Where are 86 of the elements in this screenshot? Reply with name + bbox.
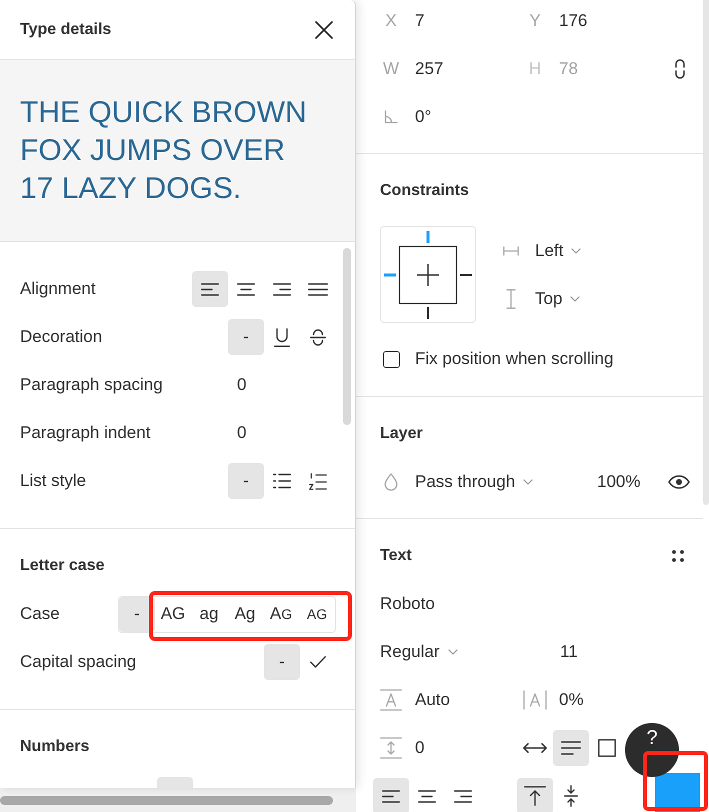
row-label: List style	[20, 470, 86, 492]
section-title: Text	[380, 546, 412, 566]
chevron-down-icon	[523, 479, 534, 485]
strikethrough-icon	[310, 328, 326, 346]
align-center-icon	[418, 790, 436, 802]
horizontal-span-icon	[503, 246, 519, 256]
four-dots-icon[interactable]	[672, 550, 684, 562]
align-right-icon	[273, 282, 291, 296]
option-button[interactable]: AG	[263, 596, 299, 632]
align-left-icon	[201, 282, 219, 296]
font-size-field[interactable]: 11	[560, 639, 578, 665]
angle-icon	[384, 110, 398, 124]
link-icon[interactable]	[674, 59, 686, 79]
paragraph-spacing-icon	[380, 737, 402, 759]
opacity-field[interactable]: 100%	[597, 469, 640, 495]
option-button[interactable]: ag	[191, 596, 227, 632]
align-top-icon	[524, 786, 546, 806]
row-value: 0	[237, 374, 246, 396]
align-middle-icon	[564, 785, 578, 807]
align-top-button[interactable]	[517, 778, 553, 812]
blend-mode-dropdown[interactable]: Pass through	[415, 469, 534, 495]
panel-title: Type details	[20, 20, 112, 40]
section-title: Constraints	[380, 181, 469, 201]
horizontal-arrows-icon	[523, 742, 547, 754]
align-right-icon	[454, 790, 472, 802]
text-lines-icon	[561, 741, 581, 755]
eye-icon[interactable]	[668, 475, 690, 489]
numbered-list-icon	[309, 472, 327, 490]
section-title: Numbers	[20, 737, 90, 757]
bullet-list-icon	[273, 473, 291, 489]
horizontal-constraint-dropdown[interactable]: Left	[535, 238, 582, 264]
square-icon	[598, 739, 616, 757]
checkbox[interactable]	[383, 350, 400, 368]
row-label: Capital spacing	[20, 651, 136, 674]
drop-icon	[384, 473, 398, 491]
align-center-icon	[237, 282, 255, 296]
letter-spacing-field[interactable]: 0%	[559, 687, 584, 713]
field-value[interactable]: 176	[559, 8, 588, 34]
scrollbar-thumb[interactable]	[703, 0, 709, 505]
option-button[interactable]: AG	[299, 596, 335, 632]
vertical-span-icon	[506, 289, 516, 309]
chevron-down-icon	[571, 248, 582, 254]
align-left-button[interactable]	[373, 778, 409, 812]
field-value[interactable]: 7	[415, 8, 424, 34]
align-left-button[interactable]	[192, 271, 228, 307]
field-label: W	[382, 58, 400, 80]
vertical-constraint-dropdown[interactable]: Top	[535, 286, 580, 312]
section-title: Layer	[380, 424, 423, 444]
rotation-value[interactable]: 0°	[415, 104, 432, 130]
line-height-field[interactable]: Auto	[415, 687, 450, 713]
checkbox-label[interactable]: Fix position when scrolling	[415, 346, 614, 372]
option-button[interactable]: -	[228, 463, 264, 499]
section-title: Letter case	[20, 556, 104, 576]
anchor-frame-icon	[398, 246, 458, 304]
option-button[interactable]: -	[264, 644, 300, 680]
row-label: Paragraph spacing	[20, 374, 164, 396]
font-family-field[interactable]: Roboto	[380, 591, 435, 617]
line-height-icon	[380, 689, 402, 711]
field-value[interactable]: 257	[415, 56, 444, 82]
close-button[interactable]	[314, 20, 334, 40]
align-left-icon	[382, 790, 400, 802]
scrollbar-thumb[interactable]	[0, 796, 333, 805]
close-icon	[315, 20, 333, 38]
row-label: Alignment	[20, 278, 96, 300]
option-button[interactable]: Ag	[227, 596, 263, 632]
chevron-down-icon	[448, 649, 458, 655]
underline-icon	[274, 328, 290, 346]
preview-text: THE QUICK BROWN FOX JUMPS OVER 17 LAZY DOGS.	[20, 95, 308, 207]
text-lines-button[interactable]	[553, 730, 589, 766]
help-button[interactable]: ?	[625, 723, 679, 777]
row-value: 0	[237, 422, 246, 444]
field-label: Y	[528, 10, 542, 32]
field-label: X	[384, 10, 398, 32]
option-button[interactable]: -	[228, 319, 264, 355]
row-label: Paragraph indent	[20, 422, 152, 444]
font-style-dropdown[interactable]: Regular	[380, 639, 458, 665]
chevron-down-icon	[570, 296, 580, 302]
paragraph-spacing-field[interactable]: 0	[415, 735, 424, 761]
letter-spacing-icon	[523, 690, 547, 710]
row-label: Decoration	[20, 326, 102, 348]
option-button[interactable]: AG	[155, 596, 191, 632]
scrollbar-thumb[interactable]	[343, 248, 351, 425]
row-label: Case	[20, 603, 60, 626]
checkmark-icon	[310, 656, 326, 668]
justify-icon	[308, 282, 328, 296]
field-label: H	[528, 58, 542, 80]
